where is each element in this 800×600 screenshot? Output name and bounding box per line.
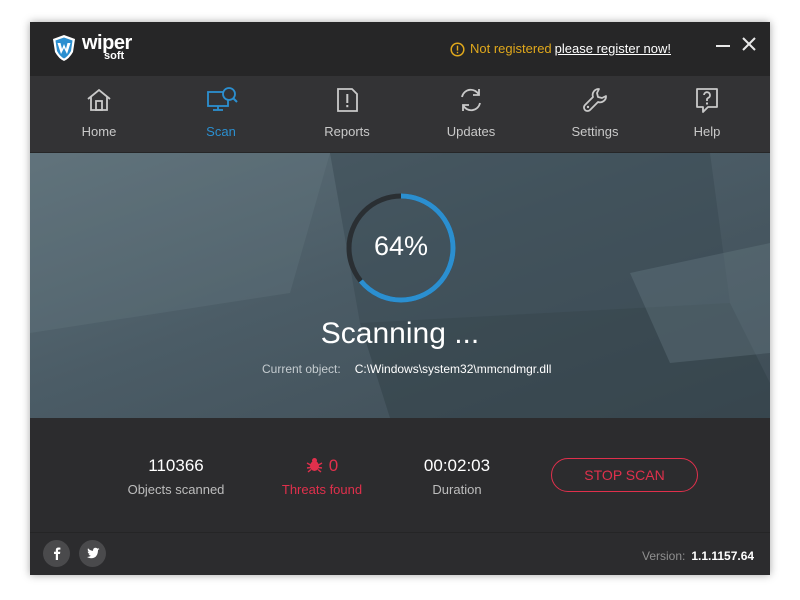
objects-scanned-stat: 110366 Objects scanned	[101, 456, 251, 497]
reports-icon	[337, 88, 358, 112]
objects-scanned-label: Objects scanned	[127, 482, 225, 497]
version-value: 1.1.1157.64	[691, 549, 755, 563]
scan-icon	[207, 87, 238, 111]
version-label: Version:	[642, 549, 686, 563]
current-object: Current object: C:\Windows\system32\mmcnd…	[262, 362, 551, 376]
progress-percent: 64%	[373, 231, 429, 261]
nav-help-label: Help	[693, 124, 721, 139]
close-button[interactable]	[738, 34, 760, 56]
help-icon	[696, 88, 718, 113]
home-icon	[87, 88, 111, 111]
facebook-button[interactable]	[43, 540, 70, 567]
nav-home-label: Home	[81, 124, 117, 139]
minimize-button[interactable]	[712, 34, 734, 56]
threats-value-row: 0	[247, 456, 397, 476]
registration-notice: Not registered please register now!	[450, 41, 671, 57]
settings-icon	[583, 88, 607, 112]
logo-sub: soft	[104, 50, 125, 62]
twitter-icon	[86, 547, 99, 559]
nav-reports-label: Reports	[324, 124, 370, 139]
nav-settings-label: Settings	[571, 124, 619, 139]
app-window: wiper soft Not registered please register…	[30, 22, 770, 575]
wipersoft-shield-icon	[53, 35, 75, 61]
nav-updates-label: Updates	[446, 124, 496, 139]
main-nav: Home Scan Reports Updates Settings Help	[30, 76, 770, 153]
current-object-label: Current object:	[262, 362, 341, 376]
threats-found-stat: 0 Threats found	[247, 456, 397, 497]
bug-icon	[306, 458, 323, 473]
nav-scan[interactable]: Scan	[171, 76, 271, 152]
nav-updates[interactable]: Updates	[421, 76, 521, 152]
minimize-icon	[716, 45, 730, 47]
register-link[interactable]: please register now!	[555, 41, 671, 56]
duration-label: Duration	[432, 482, 482, 497]
current-object-path: C:\Windows\system32\mmcndmgr.dll	[354, 362, 552, 376]
facebook-icon	[53, 547, 60, 560]
scan-progress-panel: 64% Scanning ... Current object: C:\Windo…	[30, 153, 770, 418]
close-icon	[742, 37, 756, 51]
duration-value: 00:02:03	[423, 456, 491, 475]
warning-icon	[450, 42, 465, 57]
title-bar: wiper soft Not registered please register…	[30, 22, 770, 76]
version-info: Version: 1.1.1157.64	[642, 549, 754, 563]
nav-reports[interactable]: Reports	[297, 76, 397, 152]
updates-icon	[461, 88, 481, 112]
app-logo: wiper soft	[52, 32, 162, 66]
footer: Version: 1.1.1157.64	[30, 532, 770, 575]
threats-found-value: 0	[328, 456, 339, 475]
objects-scanned-value: 110366	[148, 456, 204, 475]
scan-status: Scanning ...	[320, 317, 480, 350]
registration-status: Not registered	[470, 41, 552, 56]
nav-scan-label: Scan	[206, 124, 236, 139]
scan-stats: 110366 Objects scanned 0 Threats found 0…	[30, 418, 770, 532]
nav-settings[interactable]: Settings	[545, 76, 645, 152]
nav-home[interactable]: Home	[49, 76, 149, 152]
duration-stat: 00:02:03 Duration	[382, 456, 532, 497]
twitter-button[interactable]	[79, 540, 106, 567]
stop-scan-button[interactable]: STOP SCAN	[551, 458, 698, 492]
nav-help[interactable]: Help	[657, 76, 757, 152]
threats-found-label: Threats found	[281, 482, 363, 497]
